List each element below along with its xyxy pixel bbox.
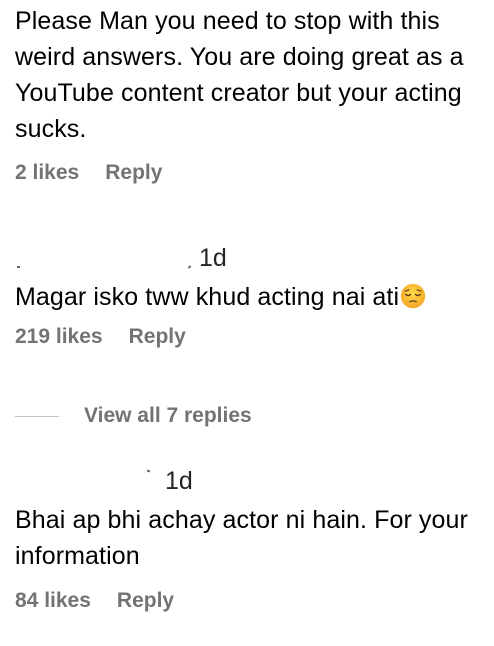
comment-text: Bhai ap bhi achay actor ni hain. For you… xyxy=(15,506,468,570)
comment-header: 1d xyxy=(15,467,486,497)
comment-text-content: Magar isko tww khud acting nai ati xyxy=(15,283,400,311)
comment-header: 1d xyxy=(15,244,486,274)
comment-text: Magar isko tww khud acting nai ati xyxy=(15,279,486,315)
reply-button[interactable]: Reply xyxy=(105,161,162,185)
comment-3: 1d Bhai ap bhi achay actor ni hain. For … xyxy=(15,467,486,613)
view-replies-label: View all 7 replies xyxy=(84,404,252,427)
comment-timestamp: 1d xyxy=(165,467,193,495)
reply-button[interactable]: Reply xyxy=(117,589,174,613)
username-redacted[interactable] xyxy=(146,469,151,473)
reply-button[interactable]: Reply xyxy=(129,325,186,349)
comment-actions: 2 likes Reply xyxy=(15,161,486,185)
view-replies-button[interactable]: View all 7 replies xyxy=(15,399,252,433)
username-redacted[interactable] xyxy=(17,266,20,268)
likes-count[interactable]: 219 likes xyxy=(15,325,103,349)
username-redacted-end xyxy=(187,265,192,269)
pensive-face-icon xyxy=(400,283,426,309)
comment-timestamp: 1d xyxy=(199,244,227,272)
comment-text: Please Man you need to stop with this we… xyxy=(15,7,464,143)
comment-actions: 84 likes Reply xyxy=(15,589,486,613)
comment-1: Please Man you need to stop with this we… xyxy=(15,3,486,185)
comment-2: 1d Magar isko tww khud acting nai ati 21… xyxy=(15,244,486,349)
likes-count[interactable]: 84 likes xyxy=(15,589,91,613)
replies-divider xyxy=(15,415,59,417)
comment-actions: 219 likes Reply xyxy=(15,325,486,349)
likes-count[interactable]: 2 likes xyxy=(15,161,79,185)
